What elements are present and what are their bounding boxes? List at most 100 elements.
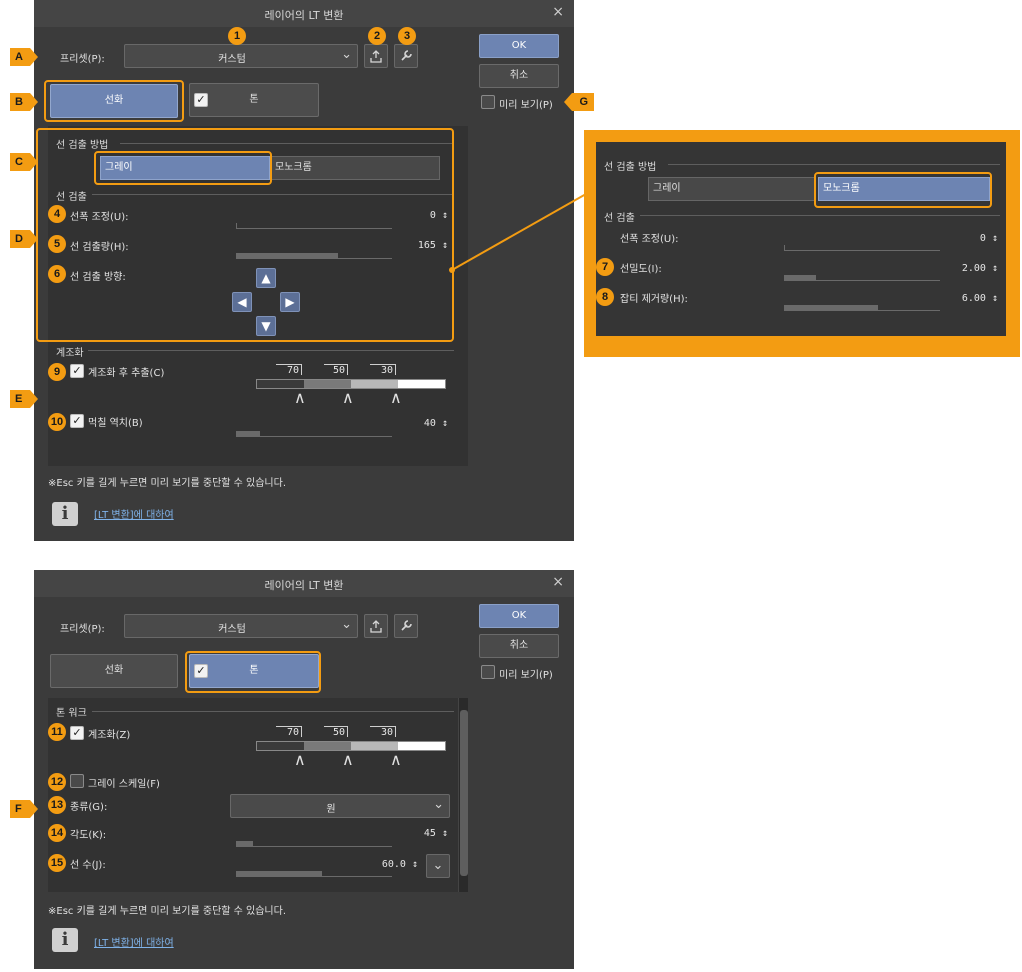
tone-tab-highlight	[185, 651, 321, 693]
preset-dropdown[interactable]: 커스텀 ⌄	[124, 614, 358, 638]
preview-checkbox[interactable]	[481, 95, 495, 109]
angle-label: 각도(K):	[70, 830, 107, 841]
ok-button[interactable]: OK	[479, 34, 559, 58]
chevron-down-icon: ⌄	[341, 47, 352, 62]
spinner-icon[interactable]: ↕	[986, 293, 998, 304]
spinner-icon[interactable]: ↕	[436, 828, 448, 839]
marker-15: 15	[48, 854, 66, 872]
posterize-handle-2[interactable]: ∧	[342, 750, 354, 769]
marker-3: 3	[398, 27, 416, 45]
slider-fill	[785, 305, 878, 311]
title-bar: 레이어의 LT 변환 ×	[34, 0, 574, 27]
lt-conversion-dialog-tone: 레이어의 LT 변환 × 프리셋(P): 커스텀 ⌄ OK 취소 미리 보기(P…	[34, 570, 574, 969]
density-slider[interactable]	[784, 275, 940, 281]
register-preset-button[interactable]	[364, 614, 388, 638]
label-C: C	[10, 153, 38, 171]
posterize-handle-3[interactable]: ∧	[390, 750, 402, 769]
gray-highlight	[94, 151, 272, 185]
scrollbar[interactable]	[458, 698, 468, 892]
zoom-line-adjust-value[interactable]: 0 ↕	[946, 233, 998, 244]
lines-label: 선 수(J):	[70, 860, 106, 871]
slider-fill	[237, 871, 323, 877]
preview-checkbox[interactable]	[481, 665, 495, 679]
about-lt-link[interactable]: [LT 변환]에 대하여	[94, 506, 174, 521]
tone-enable-checkbox[interactable]: ✓	[194, 93, 208, 107]
cancel-button[interactable]: 취소	[479, 634, 559, 658]
spinner-icon[interactable]: ↕	[986, 233, 998, 244]
tab-highlight	[44, 80, 184, 122]
grayscale-checkbox[interactable]	[70, 774, 84, 788]
divider	[640, 215, 1000, 216]
slider-fill	[237, 431, 261, 437]
noise-slider[interactable]	[784, 305, 940, 311]
ok-button[interactable]: OK	[479, 604, 559, 628]
divider	[88, 350, 454, 351]
tab-line-art[interactable]: 선화	[50, 654, 178, 688]
tab-tone[interactable]: ✓ 톤	[189, 83, 319, 117]
posterize-handle-2[interactable]: ∧	[342, 388, 354, 407]
angle-value[interactable]: 45 ↕	[408, 828, 448, 839]
zoom-gray-option[interactable]: 그레이	[648, 177, 816, 201]
slider-fill	[237, 841, 253, 847]
zoom-line-adjust-slider[interactable]	[784, 245, 940, 251]
tick-50: 50	[324, 726, 348, 738]
posterize-handle-1[interactable]: ∧	[294, 388, 306, 407]
spinner-icon[interactable]: ↕	[986, 263, 998, 274]
marker-4: 4	[48, 205, 66, 223]
tone-settings-panel: 톤 워크 ✓ 계조화(Z) 70 50 30 ∧ ∧ ∧ 그레이 스케일(F) …	[48, 698, 468, 892]
marker-12: 12	[48, 773, 66, 791]
lines-value[interactable]: 60.0 ↕	[374, 859, 418, 870]
esc-footnote: ※Esc 키를 길게 누르면 미리 보기를 중단할 수 있습니다.	[48, 906, 287, 917]
posterize-extract-checkbox[interactable]: ✓	[70, 364, 84, 378]
esc-footnote: ※Esc 키를 길게 누르면 미리 보기를 중단할 수 있습니다.	[48, 478, 287, 489]
marker-13: 13	[48, 796, 66, 814]
dialog-title: 레이어의 LT 변환	[264, 579, 344, 592]
tick-30: 30	[370, 364, 396, 376]
preset-dropdown[interactable]: 커스텀 ⌄	[124, 44, 358, 68]
grayscale-label: 그레이 스케일(F)	[88, 779, 160, 790]
scrollbar-thumb[interactable]	[460, 710, 468, 876]
label-A: A	[10, 48, 38, 66]
marker-1: 1	[228, 27, 246, 45]
lines-dropdown-button[interactable]: ⌄	[426, 854, 450, 878]
divider	[92, 711, 454, 712]
tick-70: 70	[276, 726, 302, 738]
close-icon[interactable]: ×	[552, 4, 564, 20]
preset-settings-button[interactable]	[394, 614, 418, 638]
register-preset-button[interactable]	[364, 44, 388, 68]
about-lt-link[interactable]: [LT 변환]에 대하여	[94, 934, 174, 949]
label-D: D	[10, 230, 38, 248]
noise-label: 잡티 제거량(H):	[620, 294, 688, 305]
noise-value[interactable]: 6.00 ↕	[946, 293, 998, 304]
preset-value: 커스텀	[218, 54, 246, 65]
add-preset-icon	[370, 50, 382, 63]
info-icon: i	[52, 928, 78, 952]
connector-line	[449, 193, 587, 273]
fill-reverse-slider[interactable]	[236, 431, 392, 437]
label-B: B	[10, 93, 38, 111]
posterize-label: 계조화(Z)	[88, 730, 131, 741]
spinner-icon[interactable]: ↕	[436, 418, 448, 429]
cancel-button[interactable]: 취소	[479, 64, 559, 88]
zoom-line-method-heading: 선 검출 방법	[604, 162, 657, 173]
preset-label: 프리셋(P):	[60, 624, 105, 635]
fill-reverse-checkbox[interactable]: ✓	[70, 414, 84, 428]
marker-9: 9	[48, 363, 66, 381]
posterize-checkbox[interactable]: ✓	[70, 726, 84, 740]
density-value[interactable]: 2.00 ↕	[946, 263, 998, 274]
fill-reverse-value[interactable]: 40 ↕	[408, 418, 448, 429]
add-preset-icon	[370, 620, 382, 633]
preset-settings-button[interactable]	[394, 44, 418, 68]
tick-30: 30	[370, 726, 396, 738]
posterize-handle-1[interactable]: ∧	[294, 750, 306, 769]
close-icon[interactable]: ×	[552, 574, 564, 590]
lines-slider[interactable]	[236, 871, 392, 877]
wrench-icon	[401, 50, 412, 61]
angle-slider[interactable]	[236, 841, 392, 847]
preview-label: 미리 보기(P)	[499, 100, 553, 111]
marker-5: 5	[48, 235, 66, 253]
fill-reverse-label: 먹칠 역치(B)	[88, 418, 143, 429]
posterize-handle-3[interactable]: ∧	[390, 388, 402, 407]
spinner-icon[interactable]: ↕	[406, 859, 418, 870]
type-dropdown[interactable]: 원 ⌄	[230, 794, 450, 818]
